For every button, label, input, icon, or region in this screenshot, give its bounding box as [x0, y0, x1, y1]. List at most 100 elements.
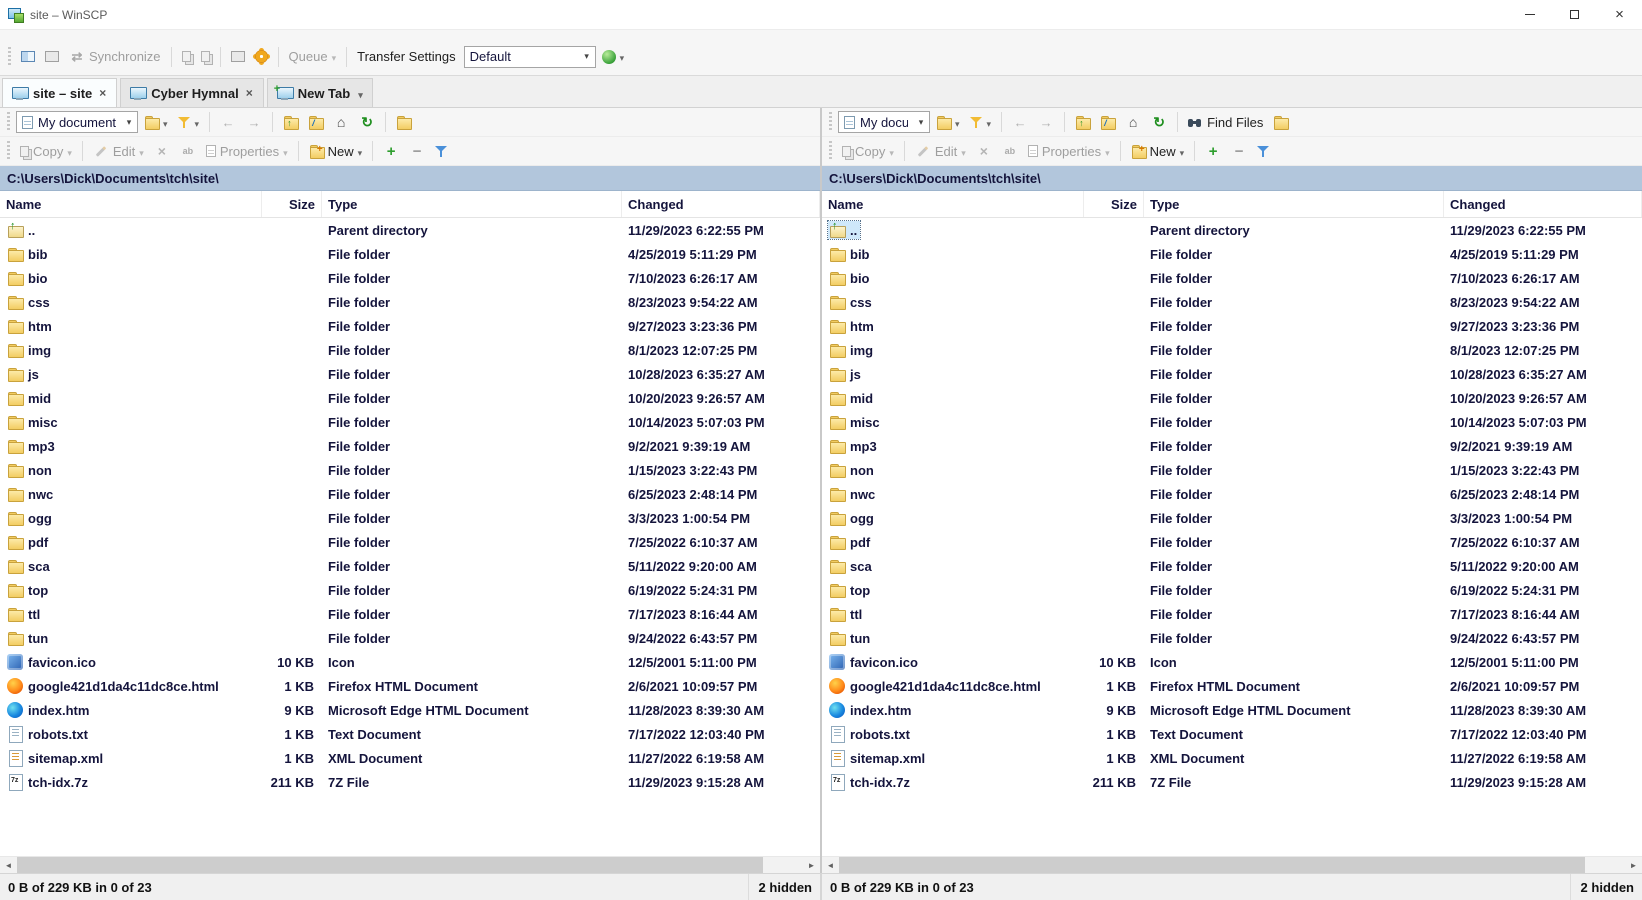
file-row[interactable]: tunFile folder9/24/2022 6:43:57 PM: [0, 626, 820, 650]
column-header-type[interactable]: Type: [1144, 191, 1444, 217]
tab-new-tab[interactable]: + New Tab: [267, 78, 373, 107]
console-button[interactable]: [227, 48, 249, 65]
copy-button[interactable]: Copy: [838, 141, 898, 162]
scrollbar-thumb[interactable]: [839, 857, 1585, 873]
refresh-button[interactable]: ↻: [1147, 111, 1171, 133]
tab-close-icon[interactable]: ×: [245, 86, 254, 100]
file-row[interactable]: google421d1da4c11dc8ce.html1 KBFirefox H…: [0, 674, 820, 698]
file-row[interactable]: htmFile folder9/27/2023 3:23:36 PM: [822, 314, 1642, 338]
back-button[interactable]: ←: [1008, 111, 1032, 133]
scroll-left-icon[interactable]: ◄: [0, 857, 17, 873]
tab-site-site[interactable]: site – site ×: [2, 78, 117, 107]
column-header-name[interactable]: Name: [0, 191, 262, 217]
parent-directory-button[interactable]: ↑: [1071, 113, 1094, 132]
file-row[interactable]: tch-idx.7z211 KB7Z File11/29/2023 9:15:2…: [0, 770, 820, 794]
filter-button[interactable]: [174, 112, 204, 133]
file-row[interactable]: topFile folder6/19/2022 5:24:31 PM: [822, 578, 1642, 602]
properties-button[interactable]: Properties: [202, 141, 292, 162]
file-row[interactable]: favicon.ico10 KBIcon12/5/2001 5:11:00 PM: [822, 650, 1642, 674]
upload-button[interactable]: [178, 48, 195, 65]
file-row[interactable]: nonFile folder1/15/2023 3:22:43 PM: [822, 458, 1642, 482]
file-row[interactable]: robots.txt1 KBText Document7/17/2022 12:…: [822, 722, 1642, 746]
scrollbar-track[interactable]: [1585, 857, 1625, 873]
properties-button[interactable]: Properties: [1024, 141, 1114, 162]
scroll-right-icon[interactable]: ►: [1625, 857, 1642, 873]
download-button[interactable]: [197, 48, 214, 65]
file-row[interactable]: mp3File folder9/2/2021 9:39:19 AM: [0, 434, 820, 458]
file-row[interactable]: scaFile folder5/11/2022 9:20:00 AM: [822, 554, 1642, 578]
file-row[interactable]: cssFile folder8/23/2023 9:54:22 AM: [822, 290, 1642, 314]
hidden-files-count[interactable]: 2 hidden: [748, 874, 812, 900]
file-row[interactable]: google421d1da4c11dc8ce.html1 KBFirefox H…: [822, 674, 1642, 698]
show-filter-button[interactable]: [431, 142, 452, 161]
select-add-button[interactable]: +: [1201, 140, 1225, 162]
rename-button[interactable]: ab: [176, 140, 200, 162]
file-row[interactable]: miscFile folder10/14/2023 5:07:03 PM: [0, 410, 820, 434]
left-path-bar[interactable]: C:\Users\Dick\Documents\tch\site\: [0, 166, 820, 191]
file-row[interactable]: bibFile folder4/25/2019 5:11:29 PM: [0, 242, 820, 266]
commander-view-button[interactable]: [17, 48, 39, 65]
file-row[interactable]: sitemap.xml1 KBXML Document11/27/2022 6:…: [822, 746, 1642, 770]
left-location-selector[interactable]: My documents ▾: [16, 111, 138, 133]
rename-button[interactable]: ab: [998, 140, 1022, 162]
refresh-button[interactable]: ↻: [355, 111, 379, 133]
column-header-name[interactable]: Name: [822, 191, 1084, 217]
back-button[interactable]: ←: [216, 111, 240, 133]
file-row[interactable]: tch-idx.7z211 KB7Z File11/29/2023 9:15:2…: [822, 770, 1642, 794]
file-row[interactable]: htmFile folder9/27/2023 3:23:36 PM: [0, 314, 820, 338]
show-filter-button[interactable]: [1253, 142, 1274, 161]
queue-button[interactable]: Queue: [285, 46, 341, 67]
copy-button[interactable]: Copy: [16, 141, 76, 162]
file-row[interactable]: ..Parent directory11/29/2023 6:22:55 PM: [0, 218, 820, 242]
forward-button[interactable]: →: [1034, 111, 1058, 133]
file-row[interactable]: nwcFile folder6/25/2023 2:48:14 PM: [822, 482, 1642, 506]
find-files-button[interactable]: Find Files: [1184, 112, 1267, 133]
delete-button[interactable]: ×: [972, 140, 996, 162]
file-row[interactable]: ..Parent directory11/29/2023 6:22:55 PM: [822, 218, 1642, 242]
select-remove-button[interactable]: −: [1227, 140, 1251, 162]
file-row[interactable]: midFile folder10/20/2023 9:26:57 AM: [0, 386, 820, 410]
file-row[interactable]: ttlFile folder7/17/2023 8:16:44 AM: [822, 602, 1642, 626]
preferences-button[interactable]: [251, 47, 272, 66]
file-row[interactable]: bioFile folder7/10/2023 6:26:17 AM: [822, 266, 1642, 290]
column-header-type[interactable]: Type: [322, 191, 622, 217]
file-row[interactable]: miscFile folder10/14/2023 5:07:03 PM: [822, 410, 1642, 434]
filter-button[interactable]: [966, 112, 996, 133]
file-row[interactable]: jsFile folder10/28/2023 6:35:27 AM: [0, 362, 820, 386]
maximize-button[interactable]: [1552, 0, 1597, 29]
new-button[interactable]: + New: [305, 141, 367, 162]
root-directory-button[interactable]: /: [1096, 113, 1119, 132]
file-row[interactable]: favicon.ico10 KBIcon12/5/2001 5:11:00 PM: [0, 650, 820, 674]
root-directory-button[interactable]: /: [304, 113, 327, 132]
file-row[interactable]: pdfFile folder7/25/2022 6:10:37 AM: [0, 530, 820, 554]
horizontal-scrollbar[interactable]: ◄ ►: [822, 856, 1642, 873]
column-header-size[interactable]: Size: [262, 191, 322, 217]
transfer-settings-select[interactable]: Default ▾: [464, 46, 596, 68]
delete-button[interactable]: ×: [150, 140, 174, 162]
file-row[interactable]: pdfFile folder7/25/2022 6:10:37 AM: [822, 530, 1642, 554]
new-button[interactable]: + New: [1127, 141, 1189, 162]
right-path-bar[interactable]: C:\Users\Dick\Documents\tch\site\: [822, 166, 1642, 191]
edit-button[interactable]: Edit: [89, 140, 148, 162]
column-header-changed[interactable]: Changed: [622, 191, 820, 217]
file-row[interactable]: jsFile folder10/28/2023 6:35:27 AM: [822, 362, 1642, 386]
explorer-view-button[interactable]: [41, 48, 63, 65]
file-row[interactable]: index.htm9 KBMicrosoft Edge HTML Documen…: [0, 698, 820, 722]
open-directory-button[interactable]: [932, 112, 964, 133]
file-row[interactable]: oggFile folder3/3/2023 1:00:54 PM: [822, 506, 1642, 530]
column-header-changed[interactable]: Changed: [1444, 191, 1642, 217]
horizontal-scrollbar[interactable]: ◄ ►: [0, 856, 820, 873]
file-row[interactable]: robots.txt1 KBText Document7/17/2022 12:…: [0, 722, 820, 746]
file-row[interactable]: tunFile folder9/24/2022 6:43:57 PM: [822, 626, 1642, 650]
file-row[interactable]: cssFile folder8/23/2023 9:54:22 AM: [0, 290, 820, 314]
close-button[interactable]: ×: [1597, 0, 1642, 29]
file-row[interactable]: nwcFile folder6/25/2023 2:48:14 PM: [0, 482, 820, 506]
file-row[interactable]: imgFile folder8/1/2023 12:07:25 PM: [822, 338, 1642, 362]
file-row[interactable]: ttlFile folder7/17/2023 8:16:44 AM: [0, 602, 820, 626]
transfer-preset-button[interactable]: [598, 46, 629, 67]
home-directory-button[interactable]: ⌂: [329, 111, 353, 133]
file-row[interactable]: bibFile folder4/25/2019 5:11:29 PM: [822, 242, 1642, 266]
file-row[interactable]: scaFile folder5/11/2022 9:20:00 AM: [0, 554, 820, 578]
explore-directory-button[interactable]: [392, 113, 415, 132]
column-header-size[interactable]: Size: [1084, 191, 1144, 217]
